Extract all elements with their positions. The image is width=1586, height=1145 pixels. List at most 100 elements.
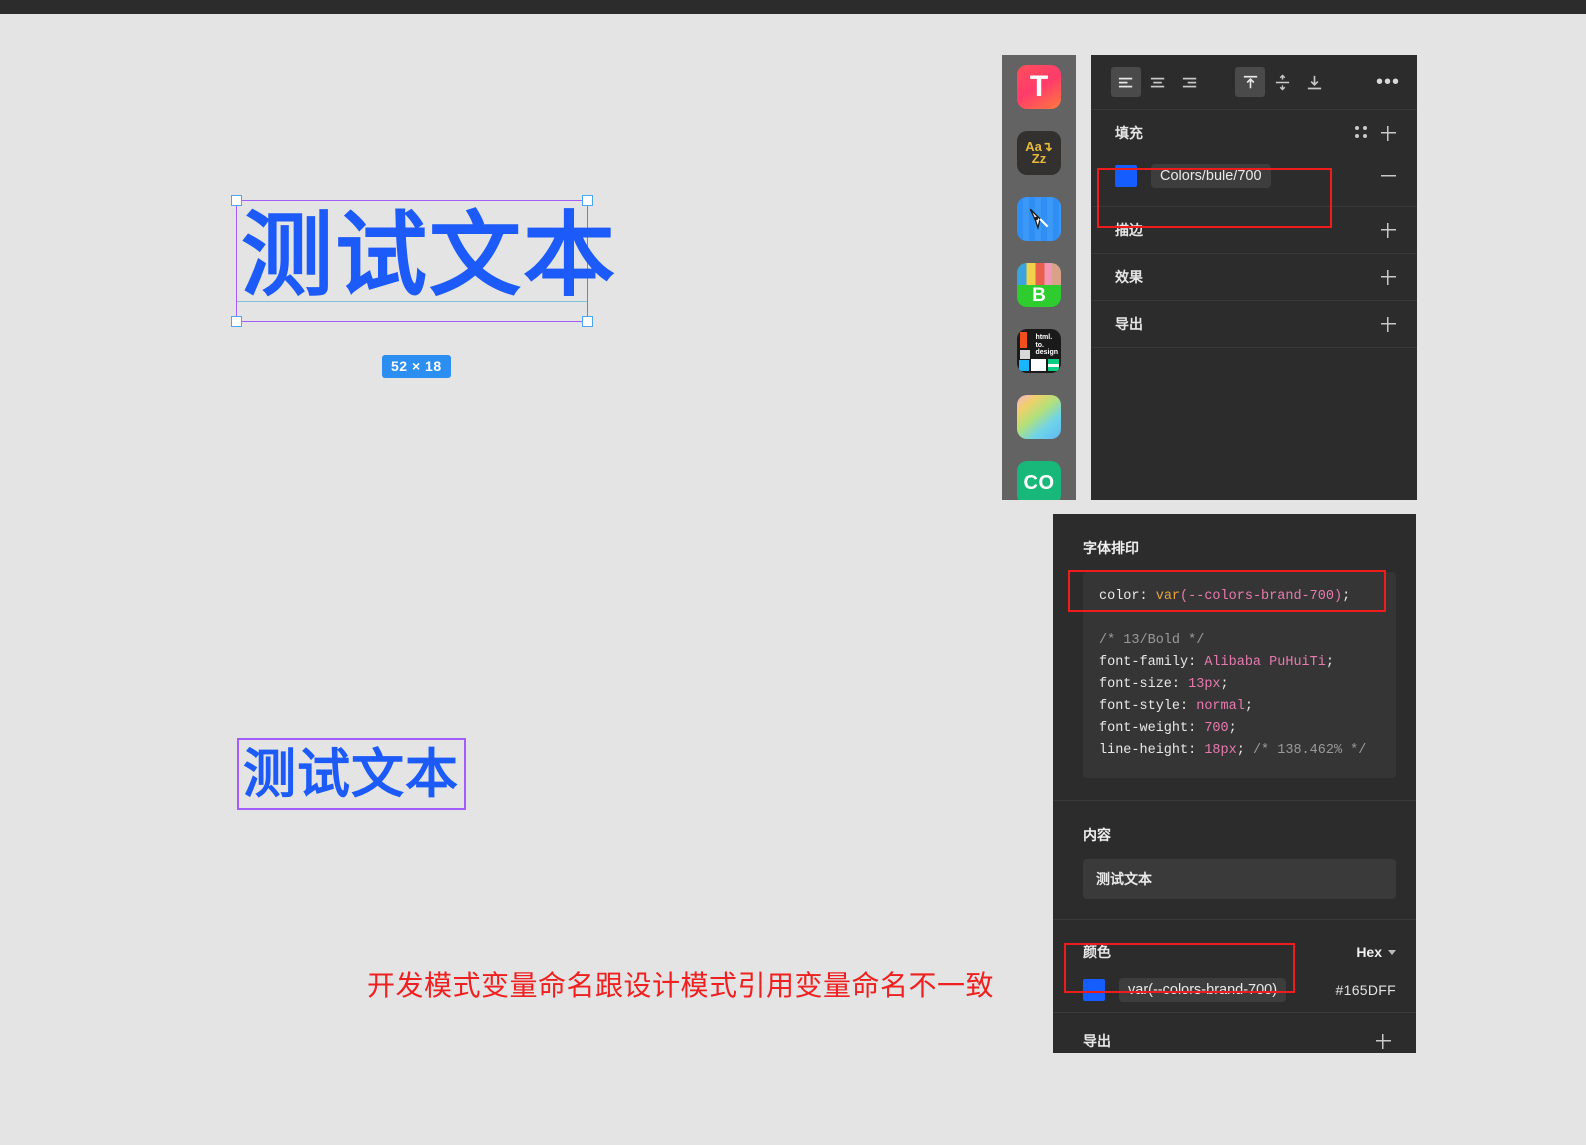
code-lh-semi: ; [1236, 743, 1245, 758]
export-add-icon[interactable] [1375, 311, 1401, 337]
color-format-label: Hex [1356, 944, 1382, 960]
typography-section-title: 字体排印 [1083, 540, 1139, 556]
fill-add-icon[interactable] [1375, 120, 1401, 146]
blush-plugin-icon[interactable]: B [1017, 263, 1061, 307]
code-ff-value: Alibaba PuHuiTi [1204, 655, 1326, 670]
design-properties-panel[interactable]: ••• 填充 Colors/bule/700 描边 效果 导出 [1091, 55, 1417, 500]
effects-add-icon[interactable] [1375, 264, 1401, 290]
effects-section[interactable]: 效果 [1091, 254, 1417, 301]
code-color-semi: ; [1342, 589, 1351, 604]
co-plugin-label: CO [1023, 471, 1055, 494]
stroke-section-title: 描边 [1115, 222, 1143, 238]
dev-export-title: 导出 [1083, 1033, 1111, 1049]
fill-remove-icon[interactable] [1375, 163, 1401, 189]
fill-styles-icon[interactable] [1349, 120, 1375, 146]
aazz-bottom-label: Zz [1031, 151, 1047, 166]
horizontal-align-group[interactable] [1111, 67, 1205, 97]
fill-section-header: 填充 [1115, 110, 1401, 156]
alignment-toolbar[interactable]: ••• [1091, 55, 1417, 110]
inspect-panel[interactable]: 字体排印 color: var(--colors-brand-700); /* … [1053, 514, 1416, 1053]
code-lh-value: 18px [1204, 743, 1237, 758]
typography-section[interactable]: 字体排印 color: var(--colors-brand-700); /* … [1053, 514, 1416, 801]
code-fs-prop: font-size: [1099, 677, 1189, 692]
color-hex-value[interactable]: #165DFF [1336, 982, 1396, 998]
export-section[interactable]: 导出 [1091, 301, 1417, 348]
align-top-glyph [1243, 75, 1257, 88]
fill-color-swatch[interactable] [1115, 165, 1137, 187]
resize-handle-bottom-right[interactable] [582, 316, 593, 327]
h2d-gray-block [1020, 350, 1030, 359]
co-plugin-icon[interactable]: CO [1017, 461, 1061, 500]
resize-handle-top-right[interactable] [582, 195, 593, 206]
plugin-sidebar[interactable]: T Aa↴ Zz B html. to. design CO [1002, 55, 1076, 500]
color-format-select[interactable]: Hex [1356, 944, 1396, 960]
color-section[interactable]: 颜色 Hex var(--colors-brand-700) #165DFF [1053, 920, 1416, 1013]
resize-handle-bottom-left[interactable] [231, 316, 242, 327]
align-middle-icon[interactable] [1267, 67, 1297, 97]
vertical-align-group[interactable] [1235, 67, 1329, 97]
code-lh-prop: line-height: [1099, 743, 1205, 758]
gradient-plugin-icon[interactable] [1017, 395, 1061, 439]
content-section[interactable]: 内容 测试文本 [1053, 801, 1416, 920]
fill-section-title: 填充 [1115, 125, 1143, 141]
h2d-blue-block [1019, 360, 1029, 371]
chevron-down-icon [1388, 949, 1396, 955]
typography-plugin-label: T [1029, 70, 1049, 103]
stroke-add-icon[interactable] [1375, 217, 1401, 243]
resize-handle-top-left[interactable] [231, 195, 242, 206]
color-variable-chip[interactable]: var(--colors-brand-700) [1119, 978, 1287, 1002]
h2d-white-block [1031, 359, 1046, 371]
align-bottom-icon[interactable] [1299, 67, 1329, 97]
content-value-field[interactable]: 测试文本 [1083, 859, 1396, 899]
typography-code-block[interactable]: color: var(--colors-brand-700); /* 13/Bo… [1083, 572, 1396, 778]
align-right-glyph [1182, 77, 1196, 87]
pen-nib-glyph [1029, 208, 1049, 230]
fill-variable-chip[interactable]: Colors/bule/700 [1151, 164, 1271, 188]
color-swatch[interactable] [1083, 979, 1105, 1001]
code-fst-value: normal [1196, 699, 1245, 714]
more-options-icon[interactable]: ••• [1375, 69, 1401, 95]
dev-export-header: 导出 [1083, 1013, 1396, 1069]
code-color-fn: var [1155, 589, 1181, 604]
color-variable-row[interactable]: var(--colors-brand-700) #165DFF [1083, 968, 1396, 1012]
code-fst-semi: ; [1244, 699, 1253, 714]
effects-section-title: 效果 [1115, 269, 1143, 285]
code-fw-semi: ; [1228, 721, 1237, 736]
export-section-title: 导出 [1115, 316, 1143, 332]
fill-section[interactable]: 填充 Colors/bule/700 [1091, 110, 1417, 207]
align-center-icon[interactable] [1143, 67, 1173, 97]
selected-text-object[interactable]: 测试文本 [231, 195, 615, 327]
code-fw-value: 700 [1204, 721, 1229, 736]
align-right-icon[interactable] [1175, 67, 1205, 97]
h2d-orange-block [1020, 332, 1027, 348]
pen-tool-plugin-icon[interactable] [1017, 197, 1061, 241]
content-section-title: 内容 [1083, 827, 1111, 843]
align-bottom-glyph [1307, 75, 1321, 89]
fill-variable-row[interactable]: Colors/bule/700 [1115, 156, 1401, 206]
dev-export-section[interactable]: 导出 [1053, 1013, 1416, 1069]
h2d-white-bar [1048, 364, 1059, 367]
html-to-design-plugin-icon[interactable]: html. to. design [1017, 329, 1061, 373]
code-fs-semi: ; [1220, 677, 1229, 692]
align-top-icon[interactable] [1235, 67, 1265, 97]
selection-bounding-box[interactable]: 测试文本 [231, 195, 615, 327]
text-baseline-guide [237, 301, 587, 302]
code-fw-prop: font-weight: [1099, 721, 1205, 736]
align-left-icon[interactable] [1111, 67, 1141, 97]
secondary-text-object[interactable]: 测试文本 [237, 738, 466, 810]
code-ff-prop: font-family: [1099, 655, 1205, 670]
code-color-prop: color: [1099, 589, 1156, 604]
typography-plugin-icon[interactable]: T [1017, 65, 1061, 109]
canvas-text-secondary: 测试文本 [243, 745, 459, 804]
dev-export-add-icon[interactable] [1370, 1028, 1396, 1054]
align-left-glyph [1118, 77, 1132, 87]
code-color-value: (--colors-brand-700) [1180, 589, 1343, 604]
selection-size-badge: 52 × 18 [382, 355, 451, 378]
code-fs-value: 13px [1188, 677, 1221, 692]
h2d-line1: html. [1035, 334, 1053, 341]
align-center-glyph [1150, 77, 1164, 87]
canvas-text-primary: 测试文本 [241, 205, 618, 307]
aa-zz-plugin-icon[interactable]: Aa↴ Zz [1017, 131, 1061, 175]
top-window-bar [0, 0, 1586, 14]
stroke-section[interactable]: 描边 [1091, 207, 1417, 254]
